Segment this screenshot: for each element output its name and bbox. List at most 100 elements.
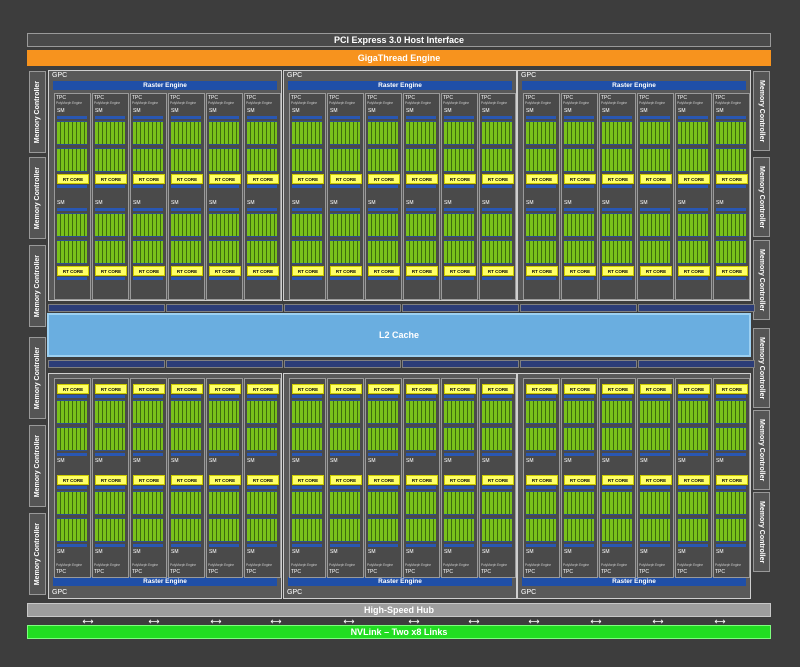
sm-texture-units bbox=[209, 185, 239, 188]
rt-core: RT CORE bbox=[526, 266, 558, 276]
hub-link-arrow-icon bbox=[528, 619, 540, 624]
sm-texture-units bbox=[482, 544, 512, 547]
tpc-1: TPC PolyMorph Engine RT CORE SM RT CORE SM bbox=[54, 378, 91, 578]
sm-core-block-b bbox=[247, 518, 277, 542]
rt-core: RT CORE bbox=[247, 266, 279, 276]
sm-core-block-a bbox=[57, 121, 87, 145]
rt-core: RT CORE bbox=[209, 475, 241, 485]
sm-label: SM bbox=[444, 108, 452, 114]
sm-label: SM bbox=[564, 458, 572, 464]
tpc-3: TPC PolyMorph Engine RT CORE SM RT CORE SM bbox=[599, 378, 636, 578]
sm-core-block-b bbox=[564, 148, 594, 172]
sm-core-block-b bbox=[247, 427, 277, 451]
tpc-label: TPC bbox=[170, 569, 180, 575]
tpc-label: TPC bbox=[525, 569, 535, 575]
hub-link-arrow-icon bbox=[82, 619, 94, 624]
sm-texture-units bbox=[406, 395, 436, 398]
sm-core-block-a bbox=[209, 121, 239, 145]
polymorph-engine-label: PolyMorph Engine bbox=[601, 101, 628, 105]
sm-label: SM bbox=[57, 108, 65, 114]
sm-label: SM bbox=[716, 200, 724, 206]
sm-texture-units bbox=[292, 277, 322, 280]
sm-core-block-b bbox=[133, 427, 163, 451]
pcie-label: PCI Express 3.0 Host Interface bbox=[333, 35, 465, 45]
sm-core-block-a bbox=[330, 400, 360, 424]
sm-texture-units bbox=[716, 453, 746, 456]
sm-core-block-b bbox=[292, 427, 322, 451]
sm-label: SM bbox=[57, 549, 65, 555]
sm-core-block-b bbox=[482, 427, 512, 451]
sm-label: SM bbox=[716, 108, 724, 114]
sm-core-block-a bbox=[57, 400, 87, 424]
sm-texture-units bbox=[368, 185, 398, 188]
gpc-4: GPC Raster Engine TPC PolyMorph Engine RT CO… bbox=[48, 373, 282, 599]
sm-texture-units bbox=[247, 453, 277, 456]
memory-controller-label: Memory Controller bbox=[758, 500, 765, 564]
sm-texture-units bbox=[444, 395, 474, 398]
rt-core: RT CORE bbox=[526, 384, 558, 394]
gpc-label: GPC bbox=[52, 72, 68, 79]
rt-core: RT CORE bbox=[444, 384, 476, 394]
sm-label: SM bbox=[526, 549, 534, 555]
tpc-5: TPC PolyMorph Engine SM RT CORE SM RT CORE bbox=[206, 93, 243, 300]
sm-core-block-a bbox=[526, 121, 556, 145]
sm-label: SM bbox=[247, 458, 255, 464]
sm-texture-units bbox=[57, 277, 87, 280]
sm-texture-units bbox=[640, 277, 670, 280]
rt-core: RT CORE bbox=[368, 266, 400, 276]
tpc-2: TPC PolyMorph Engine RT CORE SM RT CORE SM bbox=[561, 378, 598, 578]
sm-texture-units bbox=[368, 453, 398, 456]
sm-core-block-b bbox=[95, 240, 125, 264]
rt-core: RT CORE bbox=[678, 384, 710, 394]
sm-core-block-b bbox=[209, 240, 239, 264]
sm-texture-units bbox=[171, 544, 201, 547]
polymorph-engine-label: PolyMorph Engine bbox=[56, 101, 83, 105]
rt-core: RT CORE bbox=[171, 266, 203, 276]
rt-core: RT CORE bbox=[95, 384, 127, 394]
sm-core-block-b bbox=[406, 518, 436, 542]
sm-core-block-a bbox=[368, 213, 398, 237]
rt-core: RT CORE bbox=[444, 266, 476, 276]
sm-core-block-a bbox=[716, 400, 746, 424]
tpc-6: TPC PolyMorph Engine SM RT CORE SM RT CORE bbox=[713, 93, 750, 300]
memory-controller-left-6: Memory Controller bbox=[29, 513, 46, 595]
rt-core: RT CORE bbox=[444, 475, 476, 485]
sm-texture-units bbox=[716, 208, 746, 211]
sm-texture-units bbox=[247, 116, 277, 119]
sm-texture-units bbox=[330, 208, 360, 211]
sm-label: SM bbox=[209, 108, 217, 114]
sm-core-block-b bbox=[209, 518, 239, 542]
sm-texture-units bbox=[678, 277, 708, 280]
l2-cache-label: L2 Cache bbox=[378, 330, 420, 340]
sm-core-block-a bbox=[247, 121, 277, 145]
sm-core-block-a bbox=[444, 491, 474, 515]
memory-controller-label: Memory Controller bbox=[34, 522, 41, 586]
sm-label: SM bbox=[406, 200, 414, 206]
sm-texture-units bbox=[95, 185, 125, 188]
sm-core-block-a bbox=[526, 213, 556, 237]
polymorph-engine-label: PolyMorph Engine bbox=[291, 563, 318, 567]
sm-core-block-a bbox=[482, 400, 512, 424]
sm-texture-units bbox=[209, 486, 239, 489]
sm-core-block-a bbox=[171, 400, 201, 424]
sm-core-block-b bbox=[133, 240, 163, 264]
tpc-1: TPC PolyMorph Engine RT CORE SM RT CORE SM bbox=[523, 378, 560, 578]
sm-texture-units bbox=[95, 208, 125, 211]
sm-label: SM bbox=[292, 549, 300, 555]
sm-label: SM bbox=[368, 108, 376, 114]
rt-core: RT CORE bbox=[292, 174, 324, 184]
sm-texture-units bbox=[133, 116, 163, 119]
rt-core: RT CORE bbox=[247, 384, 279, 394]
sm-texture-units bbox=[526, 185, 556, 188]
sm-texture-units bbox=[406, 544, 436, 547]
sm-core-block-b bbox=[171, 518, 201, 542]
sm-label: SM bbox=[406, 458, 414, 464]
sm-label: SM bbox=[209, 200, 217, 206]
polymorph-engine-label: PolyMorph Engine bbox=[601, 563, 628, 567]
sm-texture-units bbox=[209, 277, 239, 280]
hub-link-arrow-icon bbox=[652, 619, 664, 624]
sm-texture-units bbox=[209, 208, 239, 211]
polymorph-engine-label: PolyMorph Engine bbox=[132, 563, 159, 567]
gpc-label: GPC bbox=[287, 589, 303, 596]
sm-core-block-b bbox=[292, 240, 322, 264]
